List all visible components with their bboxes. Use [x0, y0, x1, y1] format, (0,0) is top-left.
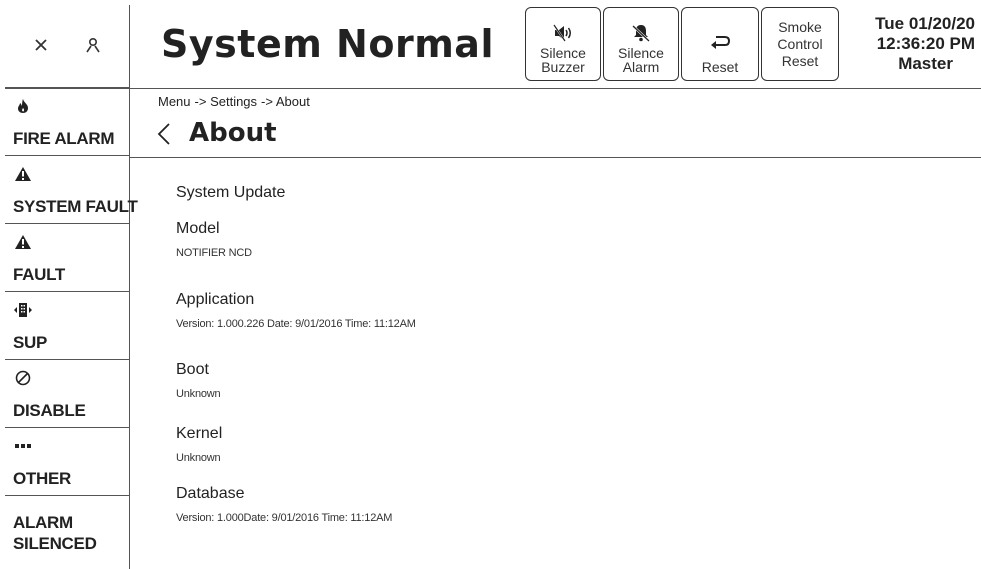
warning-icon: [13, 164, 33, 184]
smoke-control-reset-button[interactable]: Smoke Control Reset: [761, 7, 839, 81]
reset-button[interactable]: Reset: [681, 7, 759, 81]
sidebar-item-label: ALARM SILENCED: [13, 513, 97, 553]
sidebar-item-label: SYSTEM FAULT: [13, 197, 138, 216]
sidebar-item-sup[interactable]: SUP: [5, 292, 129, 360]
info-boot: Boot Unknown: [176, 361, 221, 400]
sidebar-item-fault[interactable]: FAULT: [5, 224, 129, 292]
breadcrumb-item[interactable]: Menu: [158, 94, 191, 109]
corner-controls: [5, 5, 130, 88]
sidebar-item-system-fault[interactable]: SYSTEM FAULT: [5, 156, 138, 224]
breadcrumb-item[interactable]: -> Settings: [195, 94, 258, 109]
sidebar-item-label: FAULT: [13, 265, 66, 284]
return-icon: [711, 36, 731, 49]
flame-icon: [13, 96, 33, 116]
silence-alarm-button[interactable]: Silence Alarm: [603, 7, 679, 81]
more-icon: [13, 436, 33, 456]
system-status: System Normal: [161, 22, 494, 66]
info-application: Application Version: 1.000.226 Date: 9/0…: [176, 291, 416, 330]
field-value: NOTIFIER NCD: [176, 247, 252, 259]
role-text: Master: [898, 54, 953, 73]
datetime-panel: Tue 01/20/20 12:36:20 PM Master: [845, 14, 975, 74]
field-label: Application: [176, 291, 255, 308]
reset-label: Reset: [701, 59, 739, 75]
user-icon[interactable]: [81, 33, 105, 57]
sidebar-item-label: SUP: [13, 333, 48, 352]
section-heading: System Update: [176, 184, 286, 201]
info-kernel: Kernel Unknown: [176, 425, 222, 464]
top-bar: System Normal Silence Buzzer Silence Ala…: [0, 0, 981, 88]
supervisory-icon: [13, 300, 33, 320]
field-label: Model: [176, 220, 220, 237]
silence-buzzer-button[interactable]: Silence Buzzer: [525, 7, 601, 81]
field-label: Kernel: [176, 425, 223, 442]
page-title: About: [189, 118, 277, 148]
title-divider: [130, 157, 981, 158]
sidebar-item-label: FIRE ALARM: [13, 129, 115, 148]
field-label: Boot: [176, 361, 209, 378]
bell-mute-icon: [632, 25, 650, 42]
silence-buzzer-label: Silence Buzzer: [540, 45, 586, 75]
info-model: Model NOTIFIER NCD: [176, 220, 252, 259]
smoke-control-reset-label: Smoke Control Reset: [777, 18, 823, 69]
close-icon[interactable]: [29, 33, 53, 57]
header-divider: [5, 88, 981, 89]
sidebar-item-alarm-silenced[interactable]: ALARM SILENCED: [5, 496, 129, 569]
sidebar-item-label: DISABLE: [13, 401, 86, 420]
sidebar-item-fire-alarm[interactable]: FIRE ALARM: [5, 88, 129, 156]
warning-icon: [13, 232, 33, 252]
disable-icon: [13, 368, 33, 388]
field-label: Database: [176, 485, 245, 502]
silence-alarm-label: Silence Alarm: [618, 45, 664, 75]
field-value: Unknown: [176, 388, 221, 400]
sidebar-item-label: OTHER: [13, 469, 72, 488]
time-text: 12:36:20 PM: [876, 34, 975, 53]
sidebar-divider: [129, 5, 130, 569]
speaker-mute-icon: [553, 24, 571, 42]
date-text: Tue 01/20/20: [875, 14, 975, 33]
breadcrumb-item: -> About: [261, 94, 310, 109]
field-value: Unknown: [176, 452, 221, 464]
sidebar-item-disable[interactable]: DISABLE: [5, 360, 129, 428]
sidebar-item-other[interactable]: OTHER: [5, 428, 129, 496]
back-icon[interactable]: [154, 119, 176, 149]
field-value: Version: 1.000.226 Date: 9/01/2016 Time:…: [176, 318, 416, 330]
info-database: Database Version: 1.000Date: 9/01/2016 T…: [176, 485, 392, 524]
breadcrumb: Menu -> Settings -> About: [158, 94, 314, 109]
field-value: Version: 1.000Date: 9/01/2016 Time: 11:1…: [176, 512, 393, 524]
